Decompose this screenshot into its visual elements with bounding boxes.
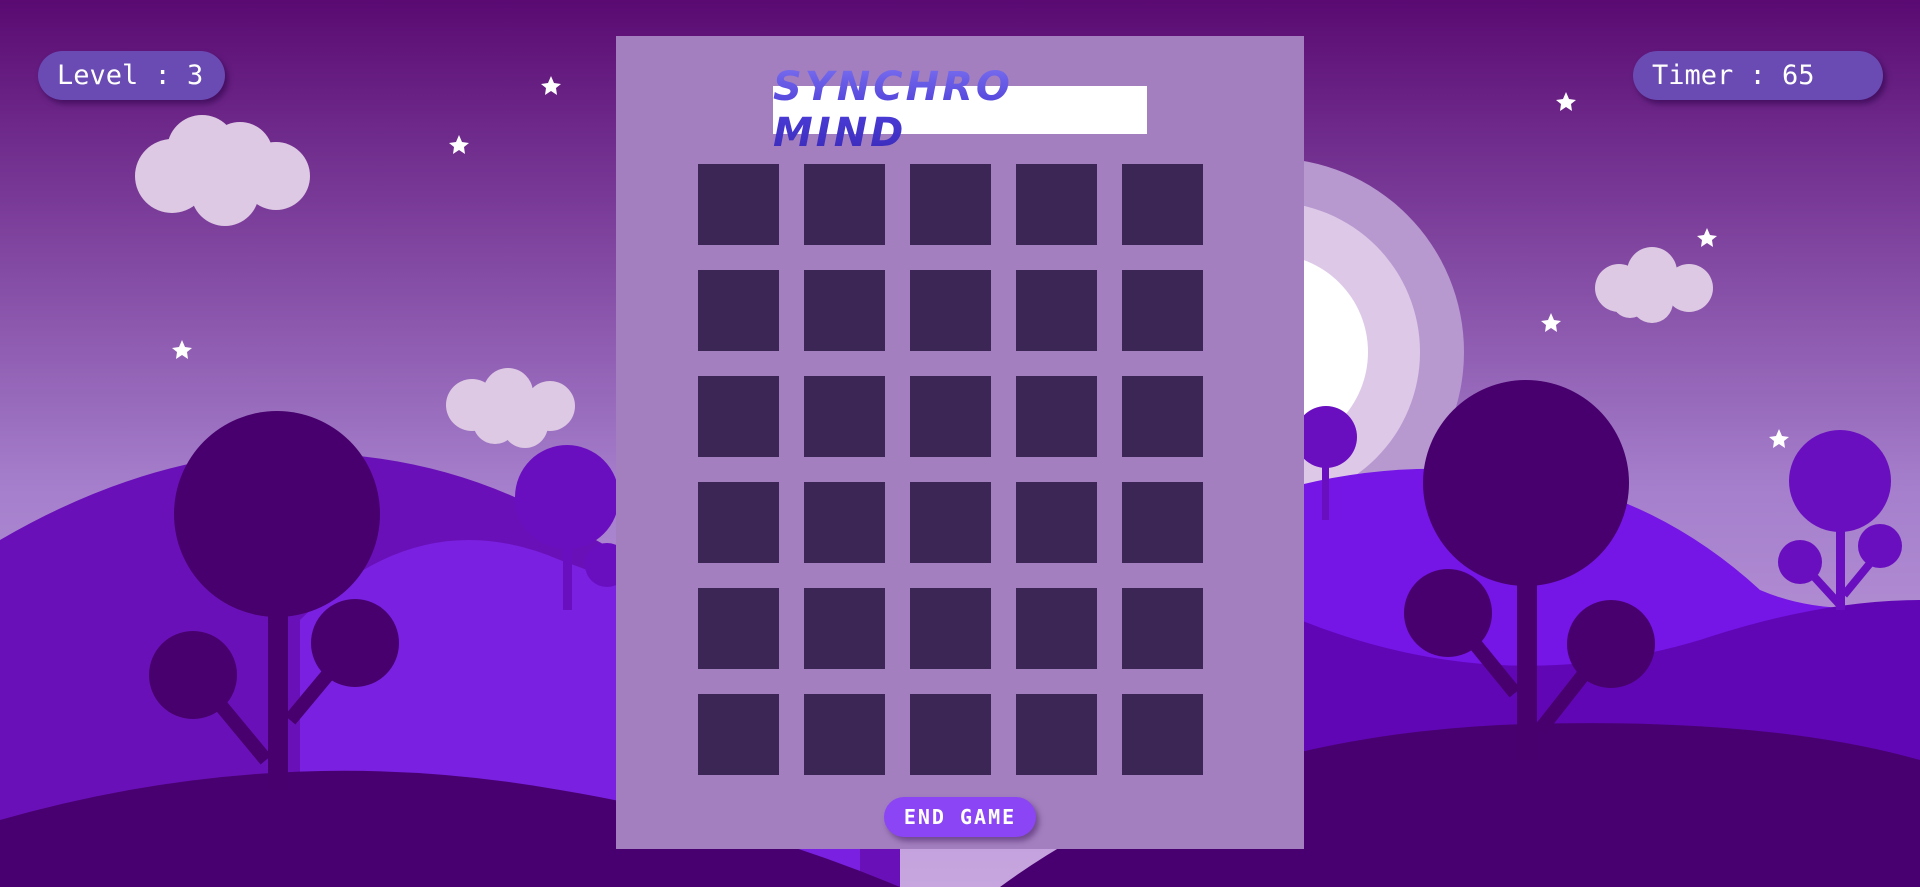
game-title: SYNCHRO MIND [773,64,1147,156]
memory-card[interactable] [1016,588,1097,669]
memory-card[interactable] [804,694,885,775]
memory-card[interactable] [1016,270,1097,351]
end-game-button[interactable]: END GAME [884,797,1036,837]
memory-card[interactable] [1016,694,1097,775]
memory-card[interactable] [910,376,991,457]
memory-card[interactable] [1122,694,1203,775]
memory-card[interactable] [804,164,885,245]
memory-card[interactable] [698,270,779,351]
level-indicator: Level : 3 [38,51,225,100]
memory-card[interactable] [1122,164,1203,245]
memory-card[interactable] [1016,164,1097,245]
memory-card[interactable] [1016,376,1097,457]
memory-card[interactable] [910,588,991,669]
memory-card[interactable] [698,164,779,245]
memory-card[interactable] [910,270,991,351]
memory-card[interactable] [804,482,885,563]
timer-indicator: Timer : 65 [1633,51,1883,100]
memory-card[interactable] [910,482,991,563]
memory-card[interactable] [1122,270,1203,351]
memory-card[interactable] [1122,482,1203,563]
memory-card[interactable] [698,376,779,457]
game-logo: SYNCHRO MIND [773,64,1147,156]
memory-card[interactable] [1016,482,1097,563]
memory-card[interactable] [698,588,779,669]
memory-card[interactable] [804,376,885,457]
memory-card[interactable] [698,694,779,775]
memory-card[interactable] [804,588,885,669]
memory-card[interactable] [910,164,991,245]
memory-card[interactable] [1122,376,1203,457]
memory-card[interactable] [804,270,885,351]
card-grid [698,164,1218,775]
memory-card[interactable] [910,694,991,775]
game-board-panel: SYNCHRO MIND END GAME [616,36,1304,849]
memory-card[interactable] [698,482,779,563]
memory-card[interactable] [1122,588,1203,669]
